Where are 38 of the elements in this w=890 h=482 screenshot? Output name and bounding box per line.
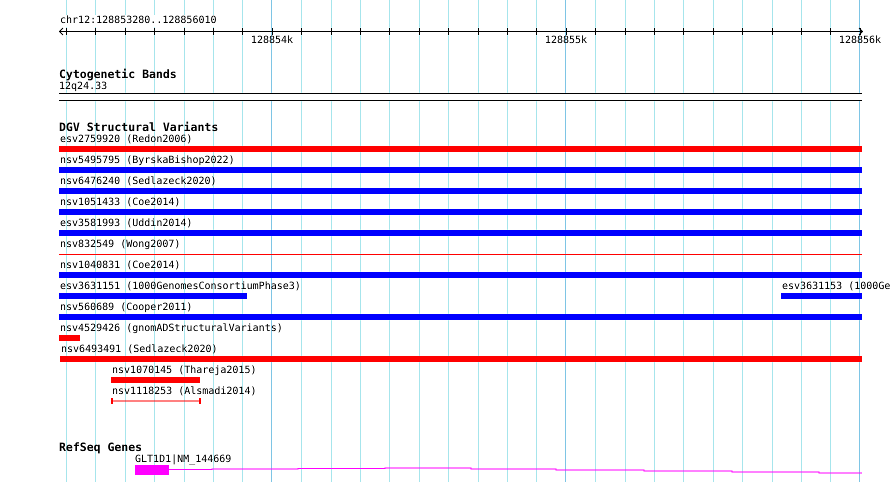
variant-label: nsv1070145 (Thareja2015) (112, 365, 256, 377)
tick-label: 128855k (544, 35, 588, 47)
variant-bar[interactable] (59, 230, 862, 236)
variant-bar[interactable] (59, 293, 247, 299)
variant-bar[interactable] (59, 272, 862, 278)
gene-model-drawing[interactable] (135, 465, 863, 475)
variant-bar[interactable] (111, 377, 200, 383)
variant-line[interactable] (59, 254, 862, 255)
gene-label: GLT1D1|NM_144669 (135, 454, 232, 466)
variant-label: esv3631153 (1000Ge (782, 281, 890, 293)
variant-bar[interactable] (59, 167, 862, 173)
track-title: DGV Structural Variants (59, 121, 218, 134)
variant-label: esv3631151 (1000GenomesConsortiumPhase3) (60, 281, 301, 293)
variant-bar[interactable] (59, 314, 862, 320)
variant-label: nsv6493491 (Sedlazeck2020) (61, 344, 218, 356)
band-label: 12q24.33 (59, 81, 108, 93)
variant-label: nsv1118253 (Alsmadi2014) (112, 386, 256, 398)
variant-label: nsv560689 (Cooper2011) (60, 302, 192, 314)
variant-bar[interactable] (59, 209, 862, 215)
variant-label: nsv1051433 (Coe2014) (60, 197, 180, 209)
tick-label: 128854k (250, 35, 294, 47)
interval-bracket[interactable] (111, 398, 201, 404)
track-title: RefSeq Genes (59, 441, 142, 454)
variant-bar[interactable] (59, 188, 862, 194)
variant-label: nsv4529426 (gnomADStructuralVariants) (60, 323, 283, 335)
variant-label: nsv1040831 (Coe2014) (60, 260, 180, 272)
track-title: Cytogenetic Bands (59, 68, 177, 81)
variant-label: nsv5495795 (ByrskaBishop2022) (60, 155, 235, 167)
variant-label: esv3581993 (Uddin2014) (60, 218, 192, 230)
variant-bar[interactable] (59, 335, 80, 341)
variant-bar[interactable] (781, 293, 862, 299)
tick-label: 128856k (838, 35, 882, 47)
variant-label: nsv6476240 (Sedlazeck2020) (60, 176, 217, 188)
region-label: chr12:128853280..128856010 (60, 15, 217, 27)
variant-bar[interactable] (60, 356, 862, 362)
variant-label: esv2759920 (Redon2006) (60, 134, 192, 146)
variant-label: nsv832549 (Wong2007) (60, 239, 180, 251)
variant-bar[interactable] (59, 146, 862, 152)
